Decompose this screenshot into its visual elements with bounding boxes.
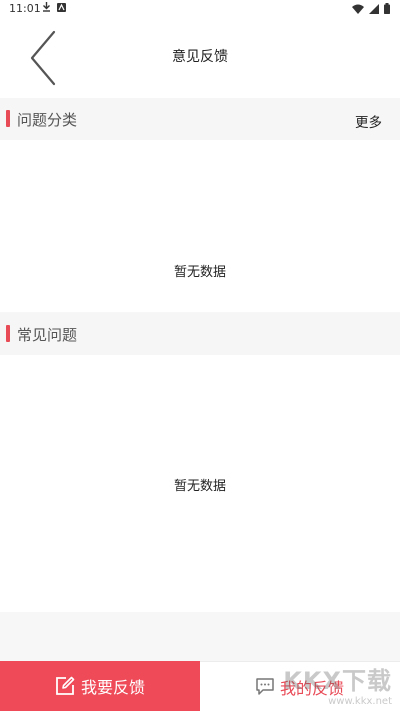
faq-section-title: 常见问题 (17, 326, 78, 344)
section-accent-bar (6, 110, 10, 127)
category-section-title: 问题分类 (17, 111, 78, 129)
status-bar: 11:01 (0, 0, 400, 18)
a11y-icon (57, 2, 66, 12)
category-empty-text: 暂无数据 (173, 265, 226, 280)
category-section-header: 问题分类 更多 (0, 98, 400, 140)
bottom-tab-bar: 我要反馈 我的反馈 (0, 661, 400, 711)
wifi-icon (352, 4, 364, 14)
status-time: 11:01 (9, 2, 41, 15)
status-icons-right (352, 3, 390, 14)
faq-section-header: 常见问题 (0, 313, 400, 355)
submit-feedback-label: 我要反馈 (80, 678, 145, 697)
download-icon (43, 2, 50, 12)
status-icons-left (42, 2, 66, 12)
signal-icon (369, 3, 379, 14)
page-title: 意见反馈 (172, 49, 228, 65)
my-feedback-tab[interactable]: 我的反馈 (200, 661, 400, 711)
edit-icon (56, 676, 75, 695)
faq-list: 暂无数据 (0, 355, 400, 612)
my-feedback-label: 我的反馈 (279, 678, 344, 698)
chat-icon (256, 678, 274, 695)
submit-feedback-button[interactable]: 我要反馈 (0, 661, 200, 711)
more-link[interactable]: 更多 (355, 111, 382, 131)
battery-icon (384, 3, 390, 14)
faq-empty-text: 暂无数据 (173, 479, 226, 494)
section-accent-bar (6, 325, 10, 342)
category-list: 暂无数据 (0, 140, 400, 312)
header: 意见反馈 (0, 18, 400, 98)
